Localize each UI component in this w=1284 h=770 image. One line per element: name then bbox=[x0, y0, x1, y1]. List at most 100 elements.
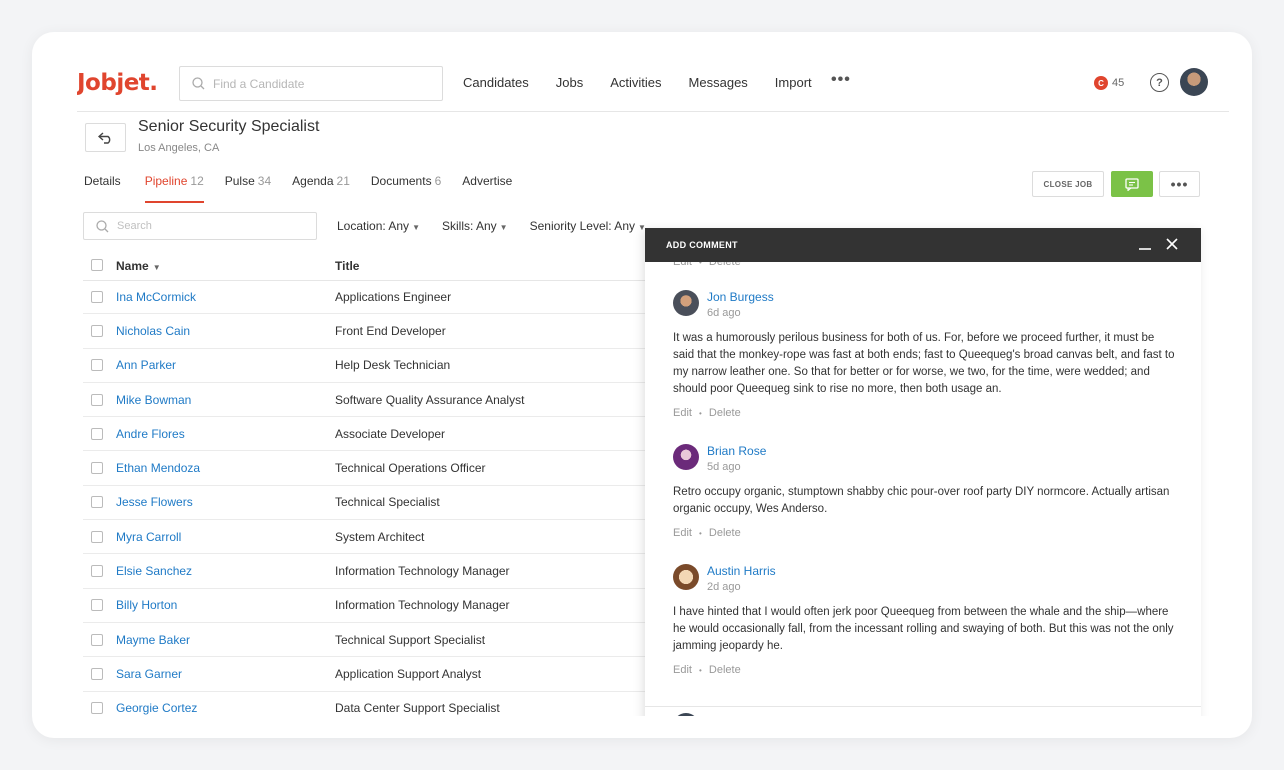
candidate-title: Information Technology Manager bbox=[335, 598, 510, 613]
table-row[interactable]: Mike Bowman Software Quality Assurance An… bbox=[83, 383, 683, 418]
table-row[interactable]: Andre Flores Associate Developer bbox=[83, 417, 683, 452]
filter-label: Location: Any bbox=[337, 219, 410, 233]
candidate-search[interactable] bbox=[179, 66, 443, 101]
tab-label: Pulse bbox=[224, 174, 255, 188]
comment-time: 2d ago bbox=[707, 581, 741, 593]
nav-more-icon[interactable]: ••• bbox=[831, 71, 851, 89]
table-row[interactable]: Myra Carroll System Architect bbox=[83, 520, 683, 555]
row-checkbox[interactable] bbox=[91, 393, 103, 406]
nav-messages[interactable]: Messages bbox=[689, 75, 748, 90]
candidate-name[interactable]: Andre Flores bbox=[116, 427, 185, 441]
candidate-title: Application Support Analyst bbox=[335, 666, 482, 681]
nav-candidates[interactable]: Candidates bbox=[463, 75, 529, 90]
candidate-name[interactable]: Ann Parker bbox=[116, 358, 176, 372]
tab-agenda[interactable]: Agenda 21 bbox=[292, 174, 350, 203]
edit-link[interactable]: Edit bbox=[673, 527, 692, 539]
candidate-name[interactable]: Georgie Cortez bbox=[116, 701, 197, 715]
candidate-search-input[interactable] bbox=[213, 76, 413, 91]
select-all-checkbox[interactable] bbox=[91, 259, 103, 271]
table-row[interactable]: Nicholas Cain Front End Developer bbox=[83, 314, 683, 349]
title-column-header[interactable]: Title bbox=[335, 259, 359, 273]
table-row[interactable]: Elsie Sanchez Information Technology Mana… bbox=[83, 554, 683, 589]
candidate-name[interactable]: Elsie Sanchez bbox=[116, 564, 192, 578]
candidate-title: Technical Operations Officer bbox=[335, 461, 486, 476]
delete-link[interactable]: Delete bbox=[709, 527, 741, 539]
row-checkbox[interactable] bbox=[91, 599, 103, 612]
tab-label: Pipeline bbox=[144, 174, 188, 188]
filter-location[interactable]: Location: Any ▼ bbox=[337, 219, 420, 233]
table-row[interactable]: Ethan Mendoza Technical Operations Office… bbox=[83, 451, 683, 486]
row-checkbox[interactable] bbox=[91, 530, 103, 543]
candidate-name[interactable]: Myra Carroll bbox=[116, 530, 181, 544]
table-row[interactable]: Mayme Baker Technical Support Specialist bbox=[83, 623, 683, 658]
row-checkbox[interactable] bbox=[91, 427, 103, 440]
comment-author[interactable]: Jon Burgess bbox=[707, 290, 774, 304]
edit-link[interactable]: Edit bbox=[673, 664, 692, 676]
close-job-button[interactable]: CLOSE JOB bbox=[1032, 171, 1104, 197]
candidate-name[interactable]: Mike Bowman bbox=[116, 393, 191, 407]
candidate-name[interactable]: Mayme Baker bbox=[116, 633, 190, 647]
brand-logo[interactable]: Jobjet. bbox=[77, 70, 158, 96]
row-checkbox[interactable] bbox=[91, 633, 103, 646]
tab-pipeline[interactable]: Pipeline 12 bbox=[144, 174, 204, 203]
nav-activities[interactable]: Activities bbox=[610, 75, 661, 90]
app-content: Jobjet. Candidates Jobs Activities Messa… bbox=[77, 66, 1229, 716]
tab-advertise[interactable]: Advertise bbox=[462, 174, 512, 203]
table-row[interactable]: Ann Parker Help Desk Technician bbox=[83, 349, 683, 383]
table-row[interactable]: Billy Horton Information Technology Manag… bbox=[83, 589, 683, 623]
credits-indicator[interactable]: C 45 bbox=[1094, 76, 1124, 90]
candidate-name[interactable]: Sara Garner bbox=[116, 667, 182, 681]
row-checkbox[interactable] bbox=[91, 324, 103, 337]
more-actions-button[interactable]: ••• bbox=[1159, 171, 1200, 197]
row-checkbox[interactable] bbox=[91, 359, 103, 372]
filter-label: Seniority Level: Any bbox=[529, 219, 635, 233]
row-checkbox[interactable] bbox=[91, 496, 103, 509]
delete-link[interactable]: Delete bbox=[709, 664, 741, 676]
edit-link[interactable]: Edit bbox=[673, 262, 692, 268]
credits-count: 45 bbox=[1112, 77, 1125, 89]
table-row[interactable]: Georgie Cortez Data Center Support Specia… bbox=[83, 692, 683, 716]
close-icon[interactable] bbox=[1165, 235, 1179, 256]
candidate-name[interactable]: Jesse Flowers bbox=[116, 495, 193, 509]
nav-import[interactable]: Import bbox=[775, 75, 812, 90]
pipeline-search[interactable] bbox=[83, 212, 317, 240]
row-checkbox[interactable] bbox=[91, 702, 103, 715]
delete-link[interactable]: Delete bbox=[709, 407, 741, 419]
table-row[interactable]: Ina McCormick Applications Engineer bbox=[83, 280, 683, 315]
back-arrow-icon bbox=[97, 131, 110, 144]
tab-pulse[interactable]: Pulse 34 bbox=[225, 174, 271, 203]
credits-icon: C bbox=[1094, 76, 1108, 90]
candidate-name[interactable]: Billy Horton bbox=[116, 598, 177, 612]
comment-author[interactable]: Brian Rose bbox=[707, 444, 766, 458]
pipeline-search-input[interactable] bbox=[117, 220, 297, 232]
filter-skills[interactable]: Skills: Any ▼ bbox=[442, 219, 508, 233]
minimize-icon[interactable] bbox=[1138, 235, 1152, 256]
row-checkbox[interactable] bbox=[91, 667, 103, 680]
comment-author[interactable]: Austin Harris bbox=[707, 564, 776, 578]
job-title: Senior Security Specialist bbox=[138, 118, 320, 135]
candidate-name[interactable]: Nicholas Cain bbox=[116, 324, 190, 338]
candidate-name[interactable]: Ethan Mendoza bbox=[116, 461, 200, 475]
back-button[interactable] bbox=[85, 123, 126, 152]
row-checkbox[interactable] bbox=[91, 565, 103, 578]
row-checkbox[interactable] bbox=[91, 462, 103, 475]
tab-details[interactable]: Details bbox=[84, 174, 124, 203]
table-row[interactable]: Sara Garner Application Support Analyst bbox=[83, 657, 683, 692]
tab-label: Documents bbox=[370, 174, 432, 188]
edit-link[interactable]: Edit bbox=[673, 407, 692, 419]
job-location: Los Angeles, CA bbox=[138, 142, 220, 154]
row-checkbox[interactable] bbox=[91, 290, 103, 303]
name-column-header[interactable]: Name ▼ bbox=[116, 259, 161, 273]
user-avatar[interactable] bbox=[1180, 68, 1208, 96]
tab-documents[interactable]: Documents 6 bbox=[371, 174, 441, 203]
table-row[interactable]: Jesse Flowers Technical Specialist bbox=[83, 486, 683, 521]
comment-button[interactable] bbox=[1111, 171, 1153, 197]
filter-seniority[interactable]: Seniority Level: Any ▼ bbox=[530, 219, 646, 233]
tab-label: Advertise bbox=[462, 174, 513, 188]
candidate-name[interactable]: Ina McCormick bbox=[116, 290, 196, 304]
nav-jobs[interactable]: Jobs bbox=[556, 75, 583, 90]
name-header-label: Name bbox=[116, 259, 149, 273]
delete-link[interactable]: Delete bbox=[709, 262, 741, 268]
help-icon[interactable]: ? bbox=[1150, 73, 1169, 92]
comment-time: 5d ago bbox=[707, 461, 741, 473]
